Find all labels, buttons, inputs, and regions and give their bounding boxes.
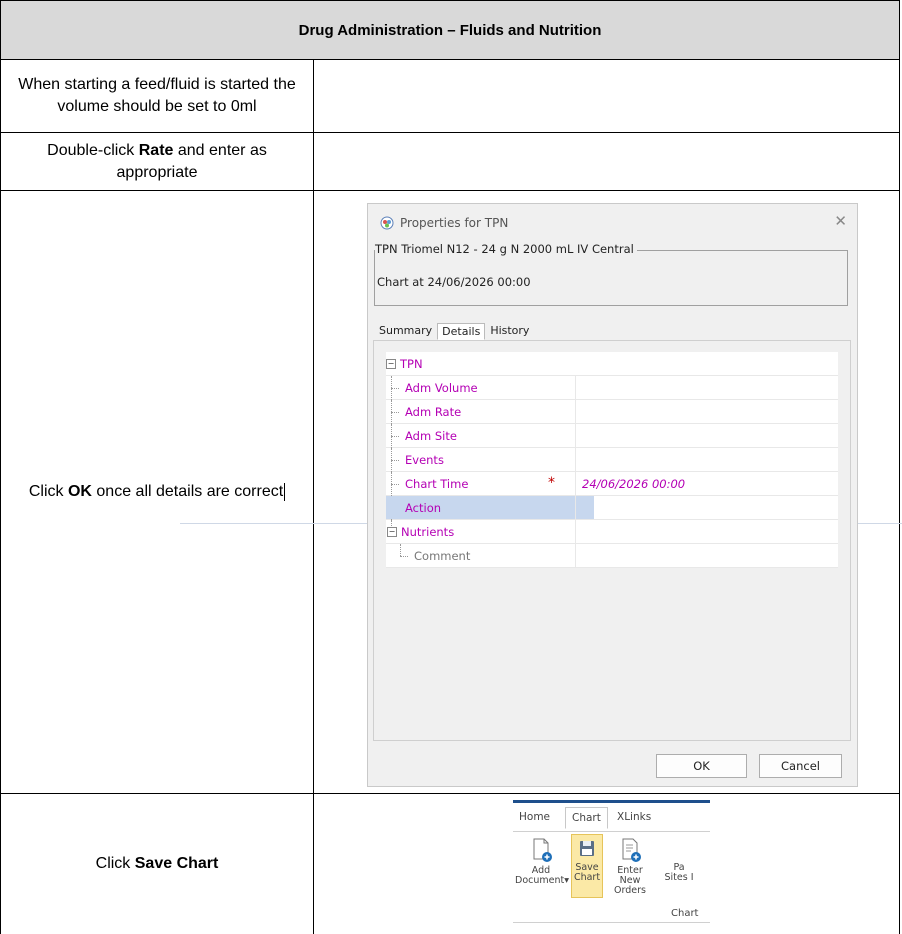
step-keyword: Rate: [138, 141, 174, 159]
field-value[interactable]: [575, 448, 838, 471]
collapse-icon[interactable]: −: [387, 526, 397, 537]
save-chart-button[interactable]: Save Chart: [571, 834, 603, 898]
button-label: Sites I: [664, 872, 694, 883]
step-text: once all details are correct: [91, 483, 284, 500]
field-name: Adm Rate: [405, 404, 462, 419]
field-row-action[interactable]: Action: [386, 496, 838, 520]
tpn-label: TPN: [400, 356, 423, 371]
ribbon-group-label: Chart: [671, 908, 699, 919]
table-row: Click Save Chart: [0, 794, 900, 934]
new-orders-icon: [622, 838, 641, 862]
dialog-title: Properties for TPN: [400, 216, 509, 230]
step-text: When starting a feed/fluid is started th…: [18, 76, 296, 115]
enter-new-orders-button[interactable]: Enter New Orders: [603, 837, 657, 896]
tab-details[interactable]: Details: [437, 323, 486, 340]
field-row-chart-time[interactable]: Chart Time * 24/06/2026 00:00: [386, 472, 838, 496]
order-groupbox: TPN Triomel N12 - 24 g N 2000 mL IV Cent…: [374, 242, 848, 306]
tab-history[interactable]: History: [485, 322, 534, 339]
tab-home[interactable]: Home: [519, 811, 550, 823]
field-name: Adm Site: [405, 428, 457, 443]
section-title: Drug Administration – Fluids and Nutriti…: [0, 0, 900, 60]
order-name: TPN Triomel N12 - 24 g N 2000 mL IV Cent…: [375, 242, 637, 256]
tab-xlinks[interactable]: XLinks: [617, 811, 651, 823]
ribbon-accent-bar: [513, 800, 710, 803]
save-icon: [580, 841, 594, 856]
step-screenshot-cell: [314, 60, 899, 132]
field-name: Chart Time: [405, 476, 469, 491]
tree-node-tpn[interactable]: − TPN: [386, 352, 838, 376]
app-icon: [380, 216, 394, 230]
dialog-titlebar: Properties for TPN: [380, 214, 508, 232]
required-marker: *: [548, 475, 555, 491]
field-name: Comment: [414, 548, 471, 563]
step-screenshot-cell: [314, 133, 899, 190]
property-grid: − TPN Adm Volume Adm Rate Adm Site Event…: [386, 352, 838, 568]
properties-dialog: Properties for TPN ✕ TPN Triomel N12 - 2…: [367, 203, 858, 787]
step-instruction: Click Save Chart: [1, 794, 314, 934]
button-label: Chart: [573, 872, 601, 883]
table-row: Double-click Rate and enter as appropria…: [0, 133, 900, 191]
add-document-button[interactable]: Add Document▾: [515, 837, 569, 886]
step-text: Click: [95, 855, 135, 872]
ribbon-toolbar: Home Chart XLinks Add Document▾ Save Cha…: [513, 800, 710, 929]
nutrients-label: Nutrients: [401, 524, 455, 539]
table-row: When starting a feed/fluid is started th…: [0, 60, 900, 133]
field-value[interactable]: [575, 544, 838, 567]
field-value[interactable]: 24/06/2026 00:00: [575, 472, 838, 495]
field-row-adm-volume[interactable]: Adm Volume: [386, 376, 838, 400]
field-row-comment[interactable]: Comment: [386, 544, 838, 568]
tab-summary[interactable]: Summary: [374, 322, 437, 339]
step-keyword: OK: [67, 483, 92, 500]
step-instruction: Double-click Rate and enter as appropria…: [1, 133, 314, 190]
step-instruction: When starting a feed/fluid is started th…: [1, 60, 314, 132]
details-panel: − TPN Adm Volume Adm Rate Adm Site Event…: [373, 340, 851, 741]
field-value[interactable]: [575, 496, 838, 519]
field-row-adm-rate[interactable]: Adm Rate: [386, 400, 838, 424]
button-label: New Orders: [614, 875, 646, 896]
tree-node-nutrients[interactable]: − Nutrients: [386, 520, 838, 544]
field-name: Action: [386, 496, 594, 519]
cancel-button[interactable]: Cancel: [759, 754, 842, 778]
tree-node-label: − Nutrients: [386, 520, 576, 543]
ribbon-tabs: Home Chart XLinks: [513, 805, 710, 832]
chart-at-text: Chart at 24/06/2026 00:00: [377, 275, 531, 289]
step-text: Click: [28, 483, 68, 500]
field-row-events[interactable]: Events: [386, 448, 838, 472]
add-document-icon: [533, 838, 552, 862]
step-instruction: Click OK once all details are correct: [1, 191, 314, 793]
tree-node-label: − TPN: [386, 352, 575, 375]
step-keyword: Save Chart: [134, 855, 219, 872]
field-value[interactable]: [575, 424, 838, 447]
dialog-tabs: Summary Details History: [374, 321, 534, 340]
field-name: Adm Volume: [405, 380, 478, 395]
collapse-icon[interactable]: −: [386, 358, 396, 369]
close-icon[interactable]: ✕: [834, 212, 847, 230]
field-name: Events: [405, 452, 444, 467]
field-value[interactable]: [575, 400, 838, 423]
button-label: Document▾: [515, 875, 569, 886]
ribbon-divider: [513, 922, 710, 923]
tab-chart[interactable]: Chart: [565, 807, 608, 829]
text-cursor: [284, 482, 286, 501]
field-value[interactable]: [575, 376, 838, 399]
field-value: [575, 520, 838, 543]
field-row-adm-site[interactable]: Adm Site: [386, 424, 838, 448]
ok-button[interactable]: OK: [656, 754, 747, 778]
step-text: Double-click: [47, 141, 139, 159]
sites-button[interactable]: Pa Sites I: [659, 863, 699, 883]
